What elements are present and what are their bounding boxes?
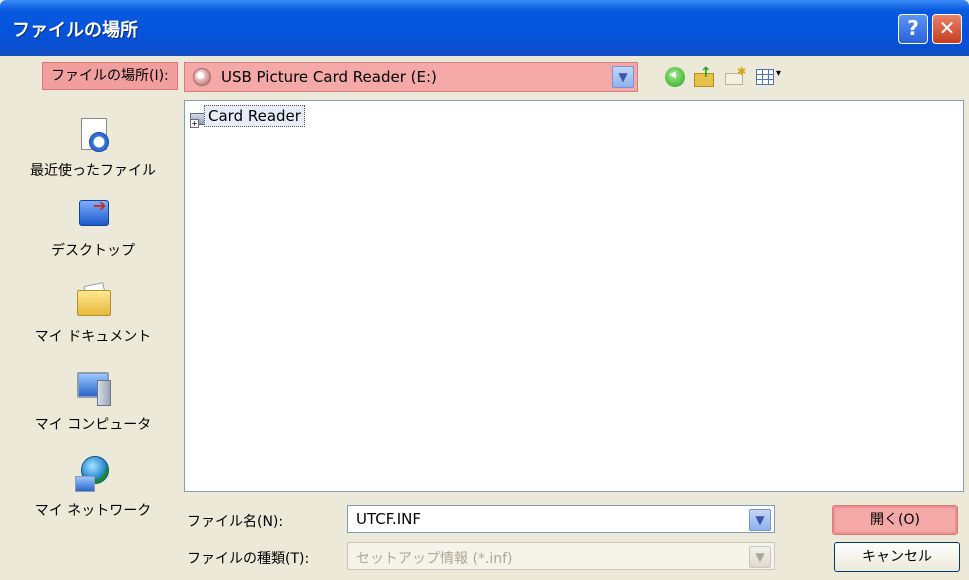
- up-folder-icon[interactable]: ↑: [694, 65, 714, 87]
- place-desktop[interactable]: ➔ デスクトップ: [14, 194, 172, 260]
- close-button[interactable]: ✕: [932, 14, 962, 44]
- place-my-documents[interactable]: マイ ドキュメント: [14, 280, 172, 346]
- place-label: デスクトップ: [51, 243, 135, 259]
- my-computer-icon: [73, 368, 113, 408]
- chevron-down-icon[interactable]: ▼: [749, 509, 771, 531]
- filetype-dropdown[interactable]: セットアップ情報 (*.inf) ▼: [347, 542, 775, 570]
- place-label: マイ ネットワーク: [34, 503, 152, 519]
- my-documents-icon: [73, 280, 113, 320]
- open-button[interactable]: 開く(O): [832, 505, 958, 535]
- chevron-down-icon[interactable]: ▼: [612, 66, 634, 88]
- filename-value: UTCF.INF: [356, 510, 421, 528]
- file-list[interactable]: + Card Reader: [184, 100, 964, 492]
- new-folder-icon[interactable]: ✱: [725, 65, 746, 87]
- filename-label: ファイル名(N):: [187, 514, 284, 530]
- usb-drive-icon: [193, 68, 211, 86]
- window-title: ファイルの場所: [12, 20, 138, 41]
- filename-field[interactable]: UTCF.INF ▼: [347, 505, 775, 533]
- places-bar: 最近使ったファイル ➔ デスクトップ マイ ドキュメント マイ コンピュータ マ…: [14, 100, 172, 528]
- desktop-icon: ➔: [73, 194, 113, 234]
- file-name: Card Reader: [204, 105, 305, 127]
- filetype-label: ファイルの種類(T):: [187, 551, 310, 567]
- lookin-label: ファイルの場所(I):: [42, 62, 178, 90]
- chevron-down-icon[interactable]: ▼: [749, 546, 771, 568]
- place-label: マイ コンピュータ: [34, 417, 152, 433]
- title-bar: ファイルの場所 ? ✕: [0, 0, 969, 56]
- views-menu-icon[interactable]: [756, 69, 774, 85]
- my-network-icon: [73, 454, 113, 494]
- back-icon[interactable]: [665, 67, 685, 87]
- filetype-value: セットアップ情報 (*.inf): [356, 551, 513, 567]
- cancel-button[interactable]: キャンセル: [834, 542, 960, 572]
- place-my-computer[interactable]: マイ コンピュータ: [14, 368, 172, 434]
- lookin-value: USB Picture Card Reader (E:): [221, 68, 437, 86]
- lookin-dropdown[interactable]: USB Picture Card Reader (E:) ▼: [184, 62, 638, 92]
- place-recent-files[interactable]: 最近使ったファイル: [14, 114, 172, 180]
- place-label: マイ ドキュメント: [34, 329, 152, 345]
- place-my-network[interactable]: マイ ネットワーク: [14, 454, 172, 520]
- place-label: 最近使ったファイル: [30, 163, 156, 179]
- recent-files-icon: [73, 114, 113, 154]
- views-dropdown-caret-icon[interactable]: ▾: [776, 68, 781, 79]
- help-button[interactable]: ?: [898, 14, 928, 44]
